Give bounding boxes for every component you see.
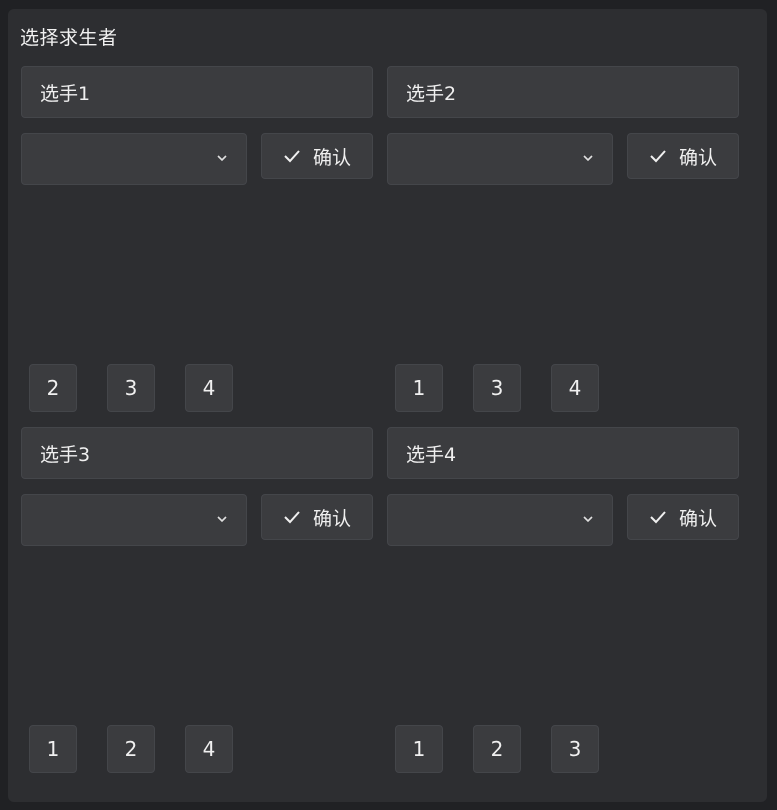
player-name-field[interactable]: 选手4 <box>387 427 739 479</box>
player-card-1: 选手1 确认 2 3 4 <box>21 66 373 426</box>
number-button[interactable]: 4 <box>185 364 233 412</box>
survivor-select[interactable] <box>21 133 247 185</box>
survivor-select[interactable] <box>387 494 613 546</box>
number-button-row: 2 3 4 <box>29 364 269 412</box>
number-button-row: 1 2 4 <box>29 725 269 773</box>
number-button[interactable]: 2 <box>107 725 155 773</box>
survivor-select-panel: 选择求生者 选手1 确认 2 3 4 选手2 确认 1 3 4 选手3 确认 1… <box>8 9 767 802</box>
number-button[interactable]: 2 <box>29 364 77 412</box>
player-name-field[interactable]: 选手3 <box>21 427 373 479</box>
number-button-row: 1 2 3 <box>395 725 635 773</box>
confirm-label: 确认 <box>312 146 351 169</box>
chevron-down-icon <box>217 516 227 523</box>
number-button[interactable]: 4 <box>185 725 233 773</box>
check-icon <box>650 511 666 524</box>
number-button[interactable]: 1 <box>395 725 443 773</box>
player-name-label: 选手3 <box>40 443 91 466</box>
chevron-down-icon <box>217 155 227 162</box>
number-button[interactable]: 3 <box>107 364 155 412</box>
player-card-2: 选手2 确认 1 3 4 <box>387 66 739 426</box>
check-icon <box>650 150 666 163</box>
number-button-row: 1 3 4 <box>395 364 635 412</box>
player-card-3: 选手3 确认 1 2 4 <box>21 427 373 787</box>
confirm-label: 确认 <box>678 507 717 530</box>
check-icon <box>284 150 300 163</box>
confirm-button[interactable]: 确认 <box>627 133 739 179</box>
player-name-label: 选手4 <box>406 443 457 466</box>
survivor-select[interactable] <box>21 494 247 546</box>
confirm-label: 确认 <box>312 507 351 530</box>
player-name-label: 选手1 <box>40 82 91 105</box>
confirm-button[interactable]: 确认 <box>627 494 739 540</box>
panel-title: 选择求生者 <box>20 27 118 49</box>
number-button[interactable]: 3 <box>473 364 521 412</box>
chevron-down-icon <box>583 516 593 523</box>
confirm-button[interactable]: 确认 <box>261 494 373 540</box>
confirm-label: 确认 <box>678 146 717 169</box>
number-button[interactable]: 2 <box>473 725 521 773</box>
number-button[interactable]: 4 <box>551 364 599 412</box>
chevron-down-icon <box>583 155 593 162</box>
number-button[interactable]: 1 <box>395 364 443 412</box>
player-name-label: 选手2 <box>406 82 457 105</box>
survivor-select[interactable] <box>387 133 613 185</box>
number-button[interactable]: 3 <box>551 725 599 773</box>
player-card-4: 选手4 确认 1 2 3 <box>387 427 739 787</box>
confirm-button[interactable]: 确认 <box>261 133 373 179</box>
check-icon <box>284 511 300 524</box>
player-name-field[interactable]: 选手2 <box>387 66 739 118</box>
number-button[interactable]: 1 <box>29 725 77 773</box>
player-name-field[interactable]: 选手1 <box>21 66 373 118</box>
